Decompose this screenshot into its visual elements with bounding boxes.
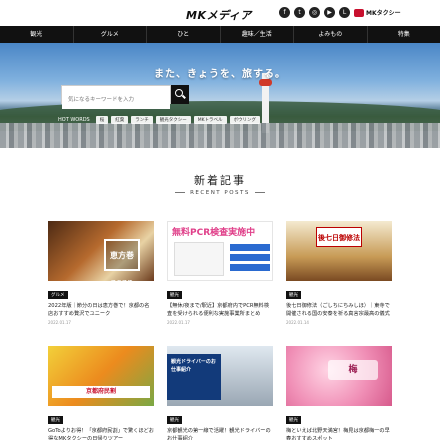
thumbnail-caption: 京都府民割 <box>52 386 150 398</box>
nav-item-hobby-life[interactable]: 趣味／生活 <box>221 26 294 43</box>
article-title[interactable]: GoToよりお得！「京都府民割」で驚くほどお得なMKタクシーの日帰りツアー <box>48 427 154 440</box>
mk-taxi-link[interactable]: MKタクシー <box>354 6 401 19</box>
hot-words-title: HOT WORDS <box>58 116 90 123</box>
thumbnail-caption: 無料PCR検査実施中 <box>172 228 256 238</box>
hero-cityscape <box>0 123 440 148</box>
section-title: 新着記事 <box>194 174 246 187</box>
site-header: MKメディア f t ◎ ▶ L MKタクシー <box>0 0 440 26</box>
article-date: 2022.01.17 <box>167 320 190 325</box>
hot-word-tag[interactable]: 桜 <box>95 115 109 124</box>
article-card[interactable]: 京都府民割 観光 GoToよりお得！「京都府民割」で驚くほどお得なMKタクシーの… <box>48 346 154 440</box>
article-title[interactable]: 後七日御修法（ごしちにちみしほ）｜東寺で開催される国の安泰を祈る真言宗最高の儀式 <box>286 302 392 318</box>
taxi-icon <box>354 8 364 17</box>
thumbnail-caption: 観光ドライバーのお仕事紹介 <box>167 354 221 400</box>
article-thumbnail[interactable]: 梅 <box>286 346 392 406</box>
article-title[interactable]: 梅といえば北野天満宮！梅見は京都梅一の早春おすすめスポット <box>286 427 392 440</box>
line-icon[interactable]: L <box>339 7 350 18</box>
info-bar-graphic <box>230 264 270 271</box>
instagram-icon[interactable]: ◎ <box>309 7 320 18</box>
category-badge[interactable]: 観光 <box>48 416 63 424</box>
youtube-icon[interactable]: ▶ <box>324 7 335 18</box>
article-thumbnail[interactable]: 観光ドライバーのお仕事紹介 <box>167 346 273 406</box>
category-badge[interactable]: 観光 <box>286 416 301 424</box>
hot-word-tag[interactable]: 紅葉 <box>111 115 129 124</box>
article-card[interactable]: 観光ドライバーのお仕事紹介 観光 京都観光の第一線で活躍！観光ドライバーのお仕事… <box>167 346 273 440</box>
info-bar-graphic <box>230 244 270 251</box>
category-badge[interactable]: 観光 <box>167 291 182 299</box>
thumbnail-caption: 梅 <box>328 360 378 380</box>
article-card[interactable]: 恵方巻2022 グルメ 2022年版｜節分の日は恵方巻で！京都の名店おすすめ贅沢… <box>48 221 154 325</box>
hot-word-tag[interactable]: 観光タクシー <box>155 115 191 124</box>
nav-item-feature[interactable]: 特集 <box>368 26 440 43</box>
article-title[interactable]: 【無休/夜まで/駅近】京都府内でPCR無料検査を受けられる便利な実施事業所まとめ <box>167 302 273 318</box>
site-logo[interactable]: MKメディア <box>186 7 252 23</box>
facebook-icon[interactable]: f <box>279 7 290 18</box>
partner-logo-text: MKタクシー <box>366 10 401 17</box>
hot-word-tag[interactable]: ボウリング <box>229 115 261 124</box>
nav-item-reading[interactable]: よみもの <box>294 26 368 43</box>
article-card[interactable]: 梅 観光 梅といえば北野天満宮！梅見は京都梅一の早春おすすめスポット <box>286 346 392 440</box>
search-box <box>61 85 171 109</box>
nav-item-gourmet[interactable]: グルメ <box>74 26 147 43</box>
article-thumbnail[interactable]: 後七日御修法 <box>286 221 392 281</box>
search-input[interactable] <box>62 91 170 109</box>
nav-item-sightseeing[interactable]: 観光 <box>0 26 74 43</box>
category-badge[interactable]: 観光 <box>286 291 301 299</box>
article-thumbnail[interactable]: 京都府民割 <box>48 346 154 406</box>
hero-tagline: また、きょうを、旅する。 <box>154 69 286 80</box>
hero-banner: また、きょうを、旅する。 HOT WORDS 桜 紅葉 ランチ 観光タクシー M… <box>0 43 440 148</box>
article-thumbnail[interactable]: 恵方巻2022 <box>48 221 154 281</box>
search-button[interactable] <box>171 85 189 104</box>
nav-item-people[interactable]: ひと <box>147 26 221 43</box>
twitter-icon[interactable]: t <box>294 7 305 18</box>
thumbnail-caption: 後七日御修法 <box>316 227 362 247</box>
main-nav: 観光 グルメ ひと 趣味／生活 よみもの 特集 <box>0 26 440 43</box>
article-date: 2022.01.14 <box>286 320 309 325</box>
category-badge[interactable]: グルメ <box>48 291 68 299</box>
article-card[interactable]: 無料PCR検査実施中 観光 【無休/夜まで/駅近】京都府内でPCR無料検査を受け… <box>167 221 273 325</box>
hot-words: HOT WORDS 桜 紅葉 ランチ 観光タクシー MKトラベル ボウリング <box>58 115 261 124</box>
info-bar-graphic <box>230 254 270 261</box>
hot-word-tag[interactable]: MKトラベル <box>193 115 227 124</box>
section-subtitle: RECENT POSTS <box>0 190 440 196</box>
hot-word-tag[interactable]: ランチ <box>131 115 153 124</box>
category-badge[interactable]: 観光 <box>167 416 182 424</box>
thumbnail-caption: 恵方巻2022 <box>104 239 140 281</box>
article-title[interactable]: 2022年版｜節分の日は恵方巻で！京都の名店おすすめ贅沢でユニーク <box>48 302 154 318</box>
article-thumbnail[interactable]: 無料PCR検査実施中 <box>167 221 273 281</box>
article-date: 2022.01.17 <box>48 320 71 325</box>
document-graphic <box>174 242 224 276</box>
article-title[interactable]: 京都観光の第一線で活躍！観光ドライバーのお仕事紹介 <box>167 427 273 440</box>
article-card[interactable]: 後七日御修法 観光 後七日御修法（ごしちにちみしほ）｜東寺で開催される国の安泰を… <box>286 221 392 325</box>
